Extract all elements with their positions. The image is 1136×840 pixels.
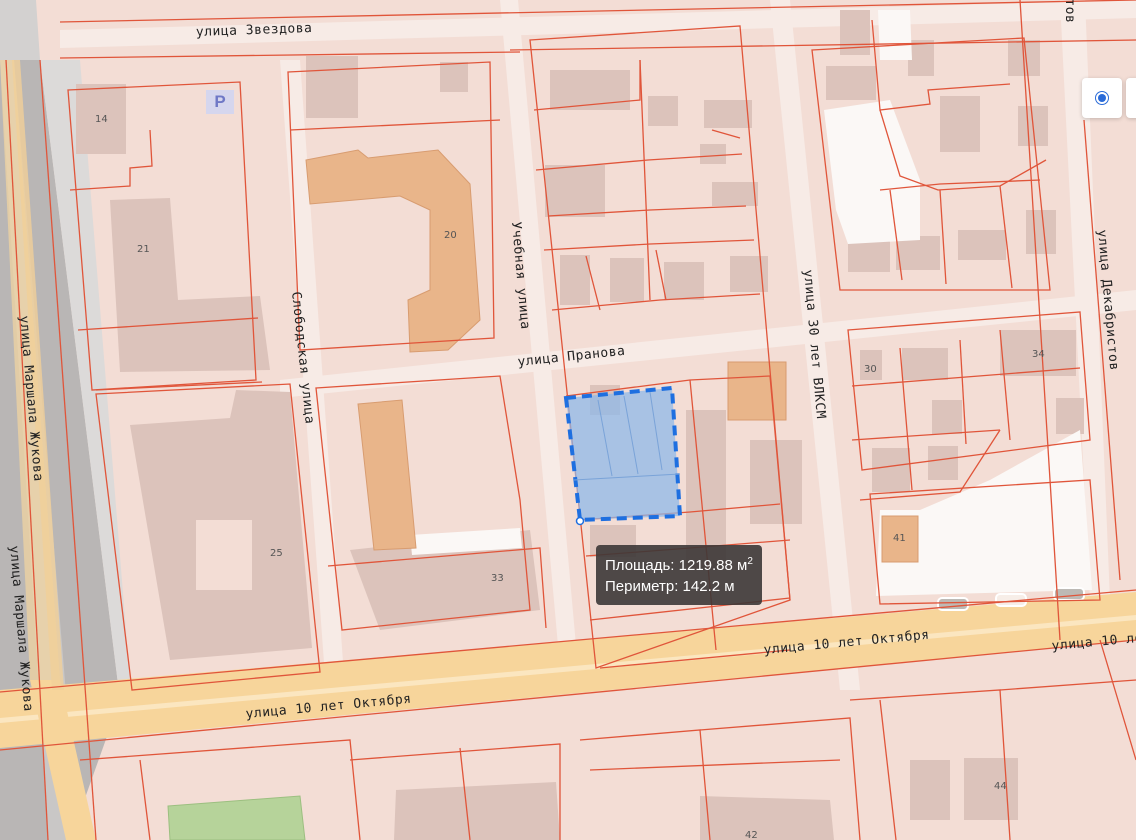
parking-icon: P	[206, 90, 234, 114]
house-number-21: 21	[137, 244, 150, 255]
house-number-33: 33	[491, 573, 504, 584]
house-number-25: 25	[270, 548, 283, 559]
house-number-30: 30	[864, 364, 877, 375]
measurement-tooltip: Площадь: 1219.88 м2 Периметр: 142.2 м	[596, 545, 762, 605]
house-number-44: 44	[994, 781, 1007, 792]
house-number-14: 14	[95, 114, 108, 125]
house-number-42: 42	[745, 830, 758, 840]
house-number-41: 41	[893, 533, 906, 544]
street-label-dekabristov-top: стов	[1062, 0, 1077, 23]
perimeter-readout: Периметр: 142.2 м	[605, 578, 735, 595]
vertex-handle[interactable]	[575, 516, 585, 526]
cadastral-map[interactable]: улица Звездова Учебная улица улица Прано…	[0, 0, 1136, 840]
locate-icon	[1098, 94, 1106, 102]
house-number-20: 20	[444, 230, 457, 241]
map-control-button[interactable]	[1126, 78, 1136, 118]
selected-parcel[interactable]	[563, 385, 683, 526]
house-number-34: 34	[1032, 349, 1045, 360]
locate-button[interactable]	[1082, 78, 1122, 118]
area-readout: Площадь: 1219.88 м2	[605, 556, 753, 575]
